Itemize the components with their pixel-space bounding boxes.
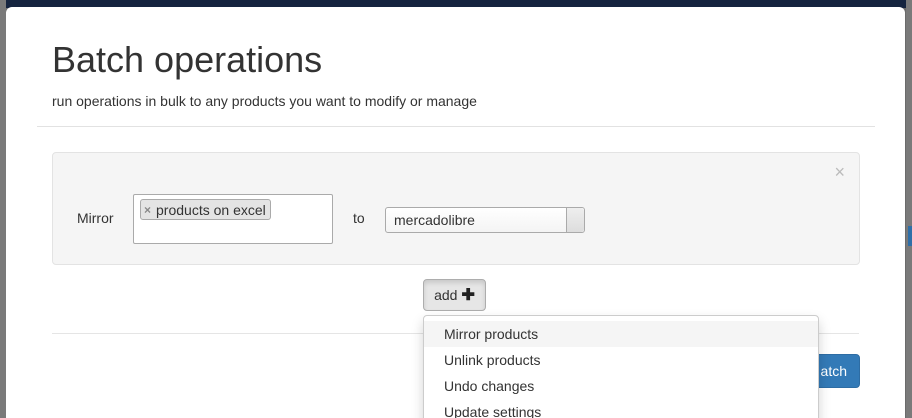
modal-subtitle: run operations in bulk to any products y… bbox=[52, 93, 477, 109]
modal-title: Batch operations bbox=[52, 39, 323, 80]
remove-operation-close-icon[interactable]: × bbox=[834, 163, 845, 181]
header-divider bbox=[37, 126, 875, 127]
background-page-edge-right bbox=[906, 0, 912, 418]
menu-item-update-settings[interactable]: Update settings bbox=[424, 399, 818, 418]
add-button-label: add bbox=[434, 287, 458, 303]
to-label: to bbox=[353, 210, 365, 226]
menu-item-unlink-products[interactable]: Unlink products bbox=[424, 347, 818, 373]
source-tag-chip: × products on excel bbox=[140, 199, 271, 220]
run-batch-button-label: atch bbox=[820, 363, 847, 379]
target-select[interactable]: mercadolibre bbox=[385, 207, 585, 233]
add-operation-menu: Mirror products Unlink products Undo cha… bbox=[423, 315, 819, 418]
source-tag-label: products on excel bbox=[156, 201, 266, 218]
add-operation-button[interactable]: add ✚ bbox=[423, 279, 486, 311]
batch-operations-modal: Batch operations run operations in bulk … bbox=[6, 7, 905, 418]
operation-action-label: Mirror bbox=[77, 210, 114, 226]
source-tags-input[interactable]: × products on excel bbox=[133, 194, 333, 244]
operation-panel: Mirror × products on excel to mercadolib… bbox=[52, 152, 860, 265]
menu-item-undo-changes[interactable]: Undo changes bbox=[424, 373, 818, 399]
remove-tag-icon[interactable]: × bbox=[144, 203, 151, 217]
target-select-value: mercadolibre bbox=[394, 212, 475, 228]
background-button-edge bbox=[908, 226, 912, 246]
plus-icon: ✚ bbox=[461, 287, 475, 304]
select-arrow-icon[interactable] bbox=[566, 208, 584, 232]
menu-item-mirror-products[interactable]: Mirror products bbox=[424, 321, 818, 347]
